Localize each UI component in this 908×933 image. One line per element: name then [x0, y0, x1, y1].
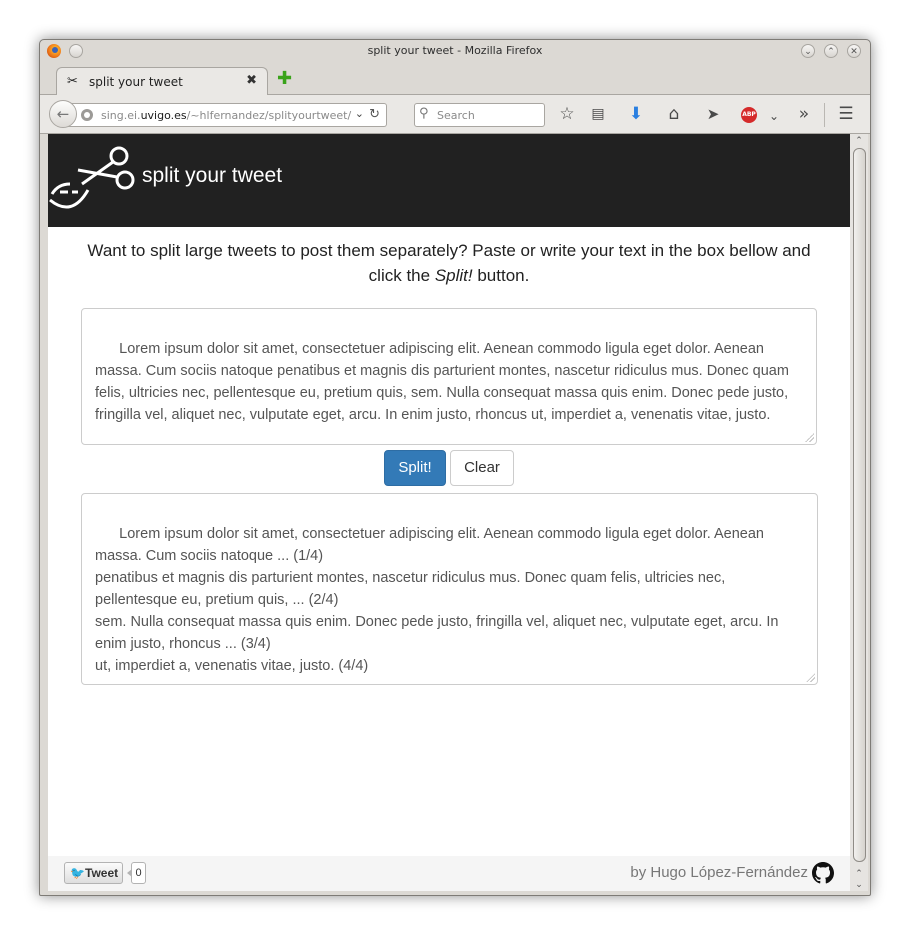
tweet-label: Tweet [85, 866, 119, 880]
tab-favicon-scissors-icon: ✂ [67, 74, 78, 89]
search-icon: ⚲ [419, 106, 429, 121]
navigation-toolbar: sing.ei.uvigo.es/~hlfernandez/splityourt… [40, 95, 870, 134]
new-tab-plus-icon[interactable]: ✚ [277, 70, 292, 88]
site-header: split your tweet [48, 134, 850, 227]
maximize-icon[interactable]: ⌃ [824, 44, 838, 58]
search-box[interactable]: ⚲ Search [414, 103, 545, 127]
window-title: split your tweet - Mozilla Firefox [367, 44, 543, 57]
download-arrow-icon[interactable]: ⬇ [626, 105, 646, 123]
hamburger-menu-icon[interactable]: ☰ [836, 105, 856, 123]
send-icon[interactable]: ➤ [703, 105, 723, 123]
site-title[interactable]: split your tweet [142, 164, 282, 188]
adblock-icon[interactable]: ABP [741, 107, 757, 123]
clear-button[interactable]: Clear [450, 450, 514, 486]
scissors-bird-icon [49, 146, 135, 209]
split-button[interactable]: Split! [384, 450, 446, 486]
scrollbar-thumb[interactable] [853, 148, 866, 862]
search-placeholder: Search [437, 109, 475, 122]
tab-label: split your tweet [89, 75, 183, 89]
tab-close-icon[interactable]: ✖ [246, 73, 257, 88]
url-text[interactable]: sing.ei.uvigo.es/~hlfernandez/splityourt… [101, 109, 351, 122]
tab-strip: ✂ split your tweet ✖ [40, 64, 870, 95]
close-icon[interactable]: ✕ [847, 44, 861, 58]
overflow-chevron-icon[interactable]: » [794, 105, 814, 123]
tweet-input-textarea[interactable]: Lorem ipsum dolor sit amet, consectetuer… [81, 308, 817, 445]
split-emphasis: Split! [434, 266, 473, 285]
adblock-dropdown-icon[interactable]: ⌄ [764, 107, 784, 125]
tweet-button[interactable]: 🐦 Tweet [64, 862, 123, 884]
bookmark-star-icon[interactable]: ☆ [557, 105, 577, 123]
scroll-down-icon[interactable]: ⌃ ⌄ [850, 869, 868, 891]
page-scrollbar[interactable]: ⌃ ⌃ ⌄ [850, 134, 868, 891]
twitter-bird-icon: 🐦 [70, 866, 85, 880]
page-content: split your tweet Want to split large twe… [48, 134, 850, 891]
author-credit[interactable]: by Hugo López-Fernández [630, 864, 808, 881]
tweet-count: 0 [127, 862, 146, 884]
minimize-icon[interactable]: ⌄ [801, 44, 815, 58]
toolbar-separator [824, 103, 825, 127]
resize-grip-icon[interactable] [805, 433, 814, 442]
intro-text: Want to split large tweets to post them … [87, 241, 811, 285]
home-icon[interactable]: ⌂ [664, 105, 684, 123]
url-history-dropdown-icon[interactable]: ⌄ [355, 107, 364, 120]
globe-icon[interactable] [81, 109, 93, 121]
browser-window: split your tweet - Mozilla Firefox ⌄ ⌃ ✕… [39, 39, 871, 896]
tab-split-your-tweet[interactable]: ✂ split your tweet ✖ [56, 67, 268, 95]
split-output-textarea[interactable]: Lorem ipsum dolor sit amet, consectetuer… [81, 493, 818, 685]
github-icon[interactable] [812, 862, 834, 884]
title-bar: split your tweet - Mozilla Firefox ⌄ ⌃ ✕ [40, 40, 870, 64]
scroll-up-icon[interactable]: ⌃ [850, 134, 868, 148]
back-arrow-icon[interactable]: ← [49, 100, 77, 128]
reader-list-icon[interactable]: ▤ [588, 105, 608, 123]
footer: 🐦 Tweet 0 by Hugo López-Fernández [48, 856, 850, 891]
resize-grip-icon[interactable] [806, 673, 815, 682]
url-bar[interactable]: sing.ei.uvigo.es/~hlfernandez/splityourt… [67, 103, 387, 127]
reload-icon[interactable]: ↻ [369, 107, 380, 122]
